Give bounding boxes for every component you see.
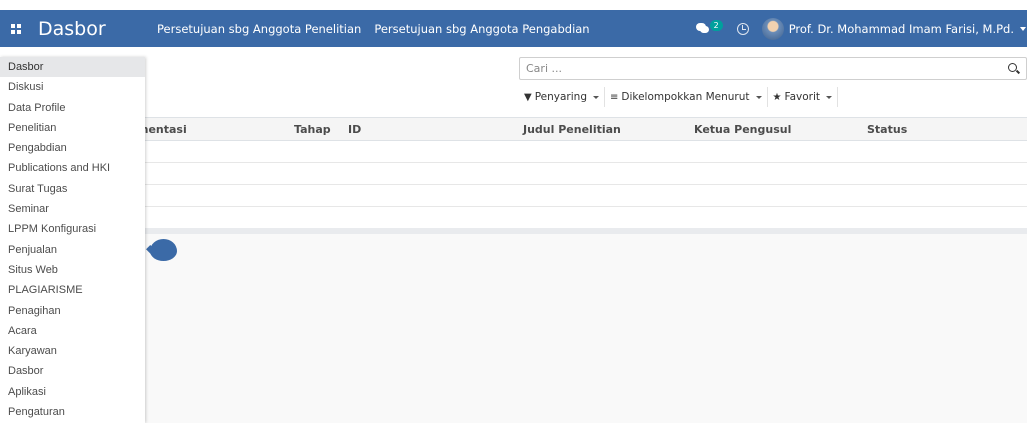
search-bar (519, 57, 1027, 80)
app-menu-item-acara[interactable]: Acara (0, 321, 145, 341)
favorites-label: Favorit (784, 91, 821, 103)
search-icon[interactable] (1006, 61, 1022, 77)
apps-dropdown-menu: Dasbor Diskusi Data Profile Penelitian P… (0, 57, 145, 423)
table-row (0, 185, 1027, 207)
favorites-button[interactable]: ★ Favorit (768, 87, 838, 107)
chevron-down-icon[interactable] (1020, 26, 1026, 31)
chat-icon (695, 23, 709, 34)
user-avatar[interactable] (761, 17, 784, 40)
app-menu-item-pengabdian[interactable]: Pengabdian (0, 138, 145, 158)
top-navbar: Dasbor Persetujuan sbg Anggota Penelitia… (0, 10, 1027, 47)
star-icon: ★ (772, 91, 782, 103)
app-menu-item-karyawan[interactable]: Karyawan (0, 341, 145, 361)
group-by-label: Dikelompokkan Menurut (621, 91, 750, 103)
app-menu-item-data-profile[interactable]: Data Profile (0, 98, 145, 118)
tour-tip-marker[interactable] (150, 239, 177, 261)
app-menu-item-publications-hki[interactable]: Publications and HKI (0, 158, 145, 178)
app-menu-item-situs-web[interactable]: Situs Web (0, 260, 145, 280)
chevron-down-icon (592, 95, 599, 99)
app-menu-item-penelitian[interactable]: Penelitian (0, 118, 145, 138)
apps-menu-icon[interactable] (2, 10, 30, 47)
chat-count-badge: 2 (709, 19, 723, 31)
funnel-icon: ▼ (524, 91, 532, 103)
column-header-ketua-pengusul[interactable]: Ketua Pengusul (694, 123, 791, 136)
app-menu-item-lppm-konfigurasi[interactable]: LPPM Konfigurasi (0, 219, 145, 239)
table-header-row: mentasi Tahap ID Judul Penelitian Ketua … (0, 117, 1027, 141)
filter-button[interactable]: ▼ Penyaring (519, 87, 605, 107)
empty-content-area (0, 234, 1027, 423)
column-header-judul-penelitian[interactable]: Judul Penelitian (523, 123, 621, 136)
app-menu-item-dasbor-2[interactable]: Dasbor (0, 361, 145, 381)
app-menu-item-surat-tugas[interactable]: Surat Tugas (0, 179, 145, 199)
app-menu-item-dasbor[interactable]: Dasbor (0, 57, 145, 78)
table-row (0, 163, 1027, 185)
filter-label: Penyaring (534, 91, 587, 103)
user-menu-name[interactable]: Prof. Dr. Mohammad Imam Farisi, M.Pd. (789, 22, 1014, 36)
app-menu-item-diskusi[interactable]: Diskusi (0, 77, 145, 97)
app-menu-item-plagiarisme[interactable]: PLAGIARISME (0, 280, 145, 300)
table-row (0, 207, 1027, 229)
menu-link-persetujuan-penelitian[interactable]: Persetujuan sbg Anggota Penelitian (157, 22, 361, 36)
column-header-status[interactable]: Status (867, 123, 907, 136)
activity-clock-icon[interactable] (736, 22, 749, 35)
bars-icon: ≡ (609, 91, 619, 103)
app-menu-item-penjualan[interactable]: Penjualan (0, 240, 145, 260)
search-options: ▼ Penyaring ≡ Dikelompokkan Menurut ★ Fa… (519, 87, 838, 107)
group-by-button[interactable]: ≡ Dikelompokkan Menurut (605, 87, 768, 107)
column-header-id[interactable]: ID (348, 123, 361, 136)
table-row (0, 141, 1027, 163)
app-menu-item-pengaturan[interactable]: Pengaturan (0, 402, 145, 422)
discuss-button[interactable]: 2 (695, 19, 723, 34)
app-menu-item-aplikasi[interactable]: Aplikasi (0, 382, 145, 402)
search-input[interactable] (526, 62, 1006, 75)
app-menu-item-penagihan[interactable]: Penagihan (0, 301, 145, 321)
chevron-down-icon (826, 95, 832, 99)
app-menu-item-seminar[interactable]: Seminar (0, 199, 145, 219)
chevron-down-icon (755, 95, 762, 99)
app-brand-title[interactable]: Dasbor (38, 18, 148, 40)
menu-link-persetujuan-pengabdian[interactable]: Persetujuan sbg Anggota Pengabdian (374, 22, 589, 36)
column-header-tahap[interactable]: Tahap (294, 123, 331, 136)
